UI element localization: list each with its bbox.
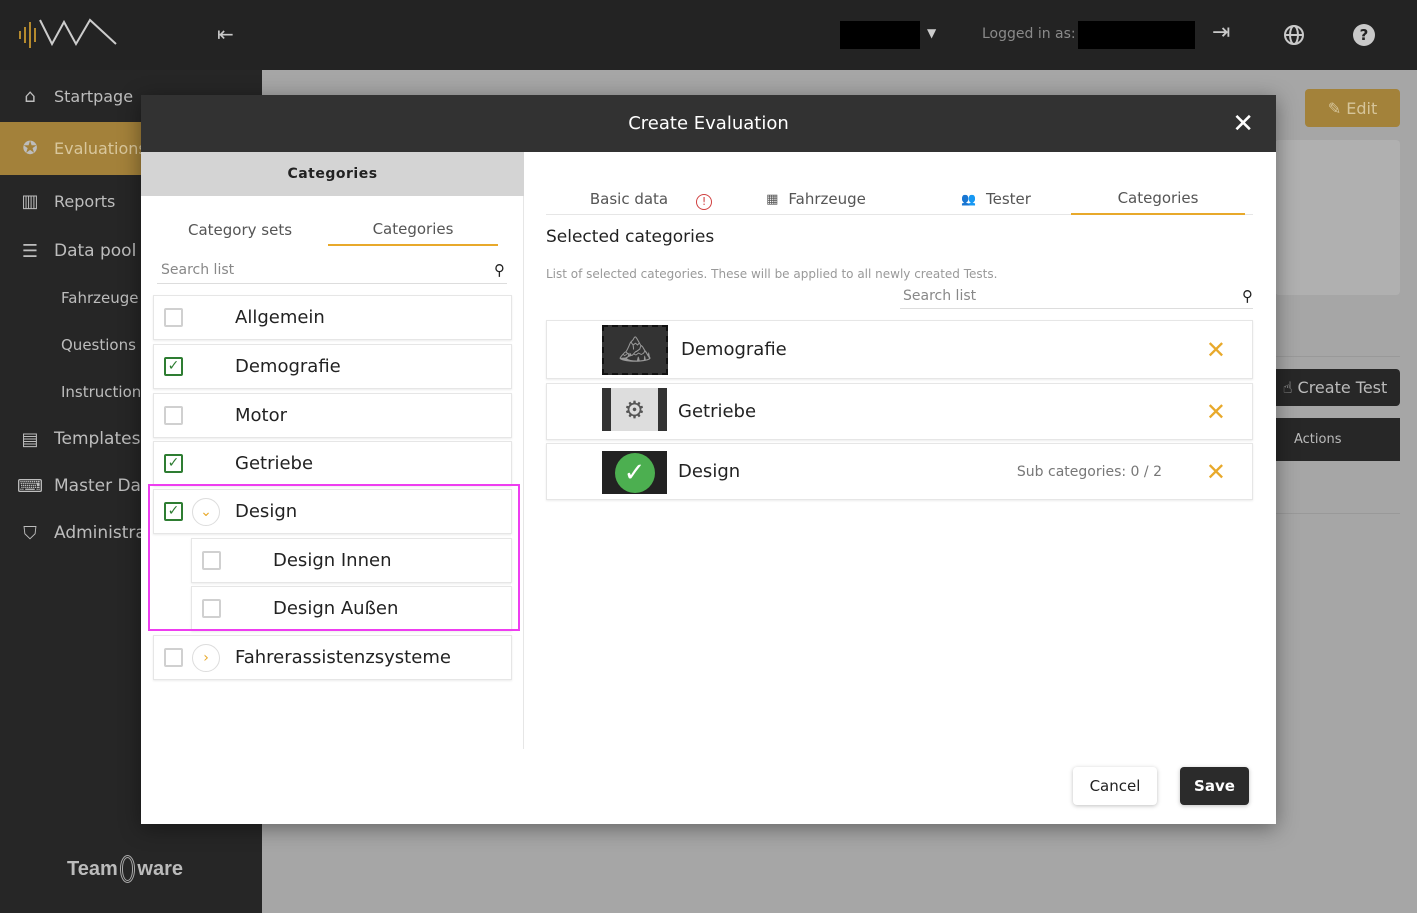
remove-icon[interactable]: ✕ xyxy=(1206,336,1226,364)
nav-label: Templates xyxy=(54,429,141,449)
tab-category-sets[interactable]: Category sets xyxy=(155,214,325,246)
tab-fahrzeuge[interactable]: ▦ Fahrzeuge xyxy=(731,183,901,215)
home-icon: ⌂ xyxy=(24,85,36,107)
tab-label: Tester xyxy=(986,190,1031,208)
help-icon[interactable]: ? xyxy=(1353,24,1375,46)
nav-label: Questions xyxy=(61,336,136,354)
categories-panel: Categories Category sets Categories Sear… xyxy=(141,152,524,749)
selected-category-getriebe: ⚙ Getriebe ✕ xyxy=(546,383,1253,440)
tab-categories[interactable]: Categories xyxy=(328,214,498,246)
logout-icon[interactable]: ⇥ xyxy=(1212,20,1230,45)
item-label: Fahrerassistenzsysteme xyxy=(235,647,451,668)
checkbox[interactable]: ✓ xyxy=(164,454,183,473)
checkbox[interactable] xyxy=(164,648,183,667)
tab-tester[interactable]: 👥 Tester xyxy=(911,183,1081,215)
collapse-menu-icon[interactable]: ⇤ xyxy=(217,22,234,46)
divider xyxy=(1275,356,1400,357)
chevron-right-icon[interactable]: › xyxy=(192,643,220,672)
save-button[interactable]: Save xyxy=(1180,767,1249,805)
edit-label: Edit xyxy=(1346,98,1378,118)
subcategory-count: Sub categories: 0 / 2 xyxy=(1016,463,1162,480)
app-logo xyxy=(18,18,118,50)
category-item-demografie[interactable]: ✓ Demografie xyxy=(153,344,512,389)
item-label: Motor xyxy=(235,405,288,426)
nav-label: Reports xyxy=(54,191,116,211)
checkbox[interactable] xyxy=(164,308,183,327)
bar-chart-icon: ▥ xyxy=(21,190,39,212)
background-card xyxy=(1275,140,1400,295)
section-description: List of selected categories. These will … xyxy=(546,267,998,281)
cancel-button[interactable]: Cancel xyxy=(1073,767,1157,805)
top-bar: ⇤ ▼ Logged in as: ⇥ ? xyxy=(0,0,1417,70)
chevron-down-icon[interactable]: ▼ xyxy=(927,26,936,40)
logged-in-label: Logged in as: xyxy=(982,26,1076,42)
divider xyxy=(1275,513,1400,514)
nav-label: Master Dat xyxy=(54,476,148,496)
dialog-title: Create Evaluation xyxy=(628,113,789,134)
tab-categories-right[interactable]: Categories xyxy=(1071,183,1245,215)
gear-image: ⚙ xyxy=(602,388,667,431)
tab-label: Fahrzeuge xyxy=(788,190,866,208)
keyboard-icon: ⌨ xyxy=(17,475,43,497)
create-test-label: Create Test xyxy=(1297,378,1388,397)
checkbox[interactable]: ✓ xyxy=(164,357,183,376)
remove-icon[interactable]: ✕ xyxy=(1206,398,1226,426)
selected-category-demografie: 🏔 Demografie ✕ xyxy=(546,320,1253,379)
redacted-selector[interactable] xyxy=(840,21,920,49)
category-item-motor[interactable]: Motor xyxy=(153,393,512,438)
nav-label: Instructions xyxy=(61,383,150,401)
category-item-allgemein[interactable]: Allgemein xyxy=(153,295,512,340)
teamware-logo: Team ware xyxy=(67,848,183,890)
table-icon: ▤ xyxy=(21,428,39,450)
section-title: Selected categories xyxy=(546,227,715,247)
search-placeholder: Search list xyxy=(903,287,977,304)
nav-label: Data pool xyxy=(54,241,137,261)
shield-icon: ⛉ xyxy=(23,522,37,544)
search-input[interactable]: Search list ⚲ xyxy=(157,256,507,284)
redacted-username xyxy=(1078,21,1195,49)
checkmark-image: ✓ xyxy=(602,451,667,494)
item-label: Design xyxy=(678,461,741,482)
panel-header: Categories xyxy=(141,152,524,196)
checkbox[interactable] xyxy=(164,406,183,425)
category-item-fahrerassistenzsysteme[interactable]: › Fahrerassistenzsysteme xyxy=(153,635,512,680)
create-evaluation-dialog: Create Evaluation ✕ Categories Category … xyxy=(141,95,1276,824)
create-test-button[interactable]: ☝ Create Test xyxy=(1270,369,1400,406)
vehicle-icon: ▦ xyxy=(766,191,779,207)
selected-search-input[interactable]: Search list ⚲ xyxy=(900,283,1253,309)
search-icon[interactable]: ⚲ xyxy=(1242,287,1253,305)
close-icon[interactable]: ✕ xyxy=(1232,109,1254,139)
item-label: Demografie xyxy=(681,339,787,360)
category-item-getriebe[interactable]: ✓ Getriebe xyxy=(153,441,512,486)
item-label: Demografie xyxy=(235,356,341,377)
highlight-box xyxy=(148,484,520,631)
item-label: Getriebe xyxy=(678,401,757,422)
people-icon: 👥 xyxy=(961,192,976,206)
nav-label: Fahrzeuge xyxy=(61,289,139,307)
actions-button[interactable]: Actions xyxy=(1275,418,1400,461)
search-placeholder: Search list xyxy=(161,261,235,278)
star-icon: ✪ xyxy=(22,138,38,159)
remove-icon[interactable]: ✕ xyxy=(1206,458,1226,486)
search-icon[interactable]: ⚲ xyxy=(494,261,507,279)
placeholder-image-icon: 🏔 xyxy=(602,325,668,375)
actions-label: Actions xyxy=(1294,432,1342,447)
nav-label: Administra xyxy=(54,523,146,543)
item-label: Getriebe xyxy=(235,453,314,474)
edit-button[interactable]: ✎ Edit xyxy=(1305,89,1400,127)
tab-label: Basic data xyxy=(589,190,669,208)
item-label: Allgemein xyxy=(235,307,325,328)
error-icon: ! xyxy=(696,194,713,210)
globe-icon[interactable] xyxy=(1283,24,1305,50)
dialog-header: Create Evaluation xyxy=(141,95,1276,152)
selected-category-design: ✓ Design Sub categories: 0 / 2 ✕ xyxy=(546,443,1253,500)
nav-label: Evaluations xyxy=(54,139,147,158)
nav-label: Startpage xyxy=(54,86,134,106)
tab-basic-data[interactable]: Basic data! xyxy=(546,183,716,215)
list-icon: ☰ xyxy=(21,240,39,262)
